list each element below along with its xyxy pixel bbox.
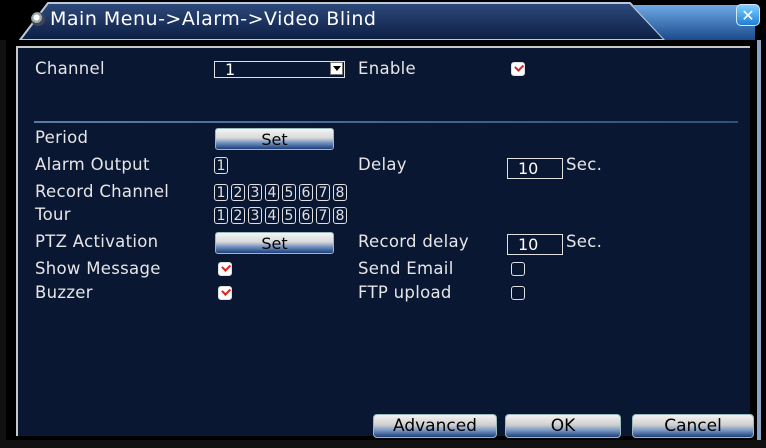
ptz-set-button[interactable]: Set — [215, 232, 334, 254]
send-email-checkbox[interactable] — [511, 262, 525, 276]
delay-unit: Sec. — [566, 155, 603, 174]
tour-channel-6[interactable]: 6 — [299, 207, 313, 224]
record-channel-3[interactable]: 3 — [248, 184, 262, 201]
alarm-output-label: Alarm Output — [35, 155, 150, 174]
buzzer-label: Buzzer — [35, 283, 93, 302]
frame-left-edge — [0, 40, 6, 448]
advanced-button[interactable]: Advanced — [373, 414, 497, 438]
record-channel-8[interactable]: 8 — [333, 184, 347, 201]
record-channel-5[interactable]: 5 — [282, 184, 296, 201]
record-channel-2[interactable]: 2 — [231, 184, 245, 201]
delay-input[interactable]: 10 — [507, 158, 563, 179]
ptz-activation-label: PTZ Activation — [35, 232, 159, 251]
tour-channel-1[interactable]: 1 — [214, 207, 228, 224]
tour-channel-2[interactable]: 2 — [231, 207, 245, 224]
channel-label: Channel — [35, 59, 105, 78]
show-message-label: Show Message — [35, 259, 161, 278]
title-bar: Main Menu->Alarm->Video Blind ✕ — [0, 0, 766, 40]
enable-checkbox[interactable] — [511, 62, 525, 76]
record-channel-6[interactable]: 6 — [299, 184, 313, 201]
chevron-down-icon[interactable] — [330, 62, 343, 75]
ok-button[interactable]: OK — [505, 414, 621, 438]
record-delay-unit: Sec. — [566, 232, 603, 251]
period-set-button[interactable]: Set — [215, 128, 334, 150]
buzzer-checkbox[interactable] — [218, 286, 232, 300]
section-divider — [34, 121, 738, 123]
cancel-button[interactable]: Cancel — [632, 414, 754, 438]
channel-select[interactable]: 1 — [214, 61, 345, 78]
ftp-upload-label: FTP upload — [358, 283, 452, 302]
show-message-checkbox[interactable] — [218, 262, 232, 276]
ftp-upload-checkbox[interactable] — [511, 286, 525, 300]
tour-channel-5[interactable]: 5 — [282, 207, 296, 224]
video-blind-dialog: Main Menu->Alarm->Video Blind ✕ Channel … — [0, 0, 766, 448]
tour-channel-7[interactable]: 7 — [316, 207, 330, 224]
close-icon[interactable]: ✕ — [736, 4, 760, 26]
record-channel-7[interactable]: 7 — [316, 184, 330, 201]
frame-right-edge — [757, 40, 761, 448]
delay-label: Delay — [358, 155, 407, 174]
frame-bottom-edge — [0, 440, 766, 448]
record-delay-label: Record delay — [358, 232, 469, 251]
send-email-label: Send Email — [358, 259, 454, 278]
tour-channel-3[interactable]: 3 — [248, 207, 262, 224]
alarm-output-1[interactable]: 1 — [214, 157, 228, 174]
record-delay-input[interactable]: 10 — [507, 234, 563, 255]
tour-channel-8[interactable]: 8 — [333, 207, 347, 224]
enable-label: Enable — [358, 59, 417, 78]
record-channel-label: Record Channel — [35, 182, 170, 201]
channel-select-value: 1 — [225, 60, 236, 79]
period-label: Period — [35, 128, 89, 147]
window-title: Main Menu->Alarm->Video Blind — [50, 8, 377, 30]
record-channel-1[interactable]: 1 — [214, 184, 228, 201]
tour-channel-4[interactable]: 4 — [265, 207, 279, 224]
tour-label: Tour — [35, 205, 71, 224]
app-icon — [31, 12, 45, 26]
record-channel-4[interactable]: 4 — [265, 184, 279, 201]
